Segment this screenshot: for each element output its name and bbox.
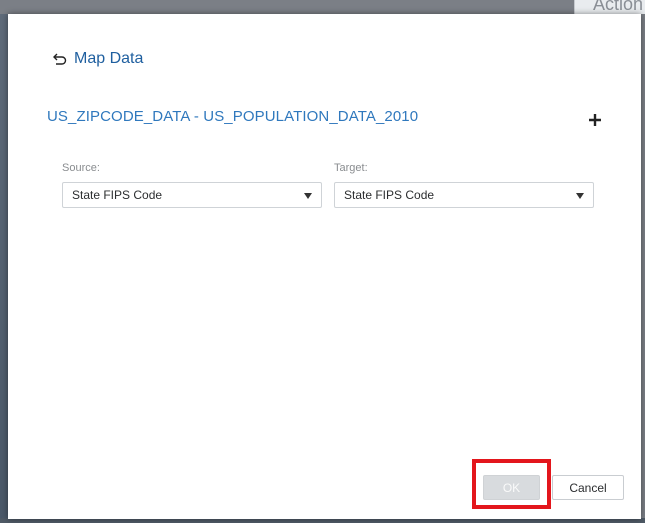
background-app-sidebar <box>0 14 8 523</box>
source-value: State FIPS Code <box>72 188 163 202</box>
ok-button[interactable]: OK <box>483 475 540 500</box>
table-pair-title: US_ZIPCODE_DATA - US_POPULATION_DATA_201… <box>47 108 419 125</box>
map-data-dialog: Map Data US_ZIPCODE_DATA - US_POPULATION… <box>8 14 641 519</box>
back-link[interactable]: Map Data <box>52 50 143 68</box>
source-label: Source: <box>62 162 100 174</box>
source-dropdown[interactable]: State FIPS Code <box>62 182 322 208</box>
back-arrow-icon <box>53 53 67 65</box>
cancel-button[interactable]: Cancel <box>552 475 624 500</box>
target-label: Target: <box>334 162 368 174</box>
dialog-title: Map Data <box>74 50 144 67</box>
target-dropdown[interactable]: State FIPS Code <box>334 182 594 208</box>
background-partial-text: Action <box>592 0 643 14</box>
background-app-header: Action <box>574 0 645 14</box>
target-value: State FIPS Code <box>344 188 435 202</box>
plus-icon[interactable] <box>587 112 603 128</box>
caret-down-icon <box>304 193 312 199</box>
caret-down-icon <box>576 193 584 199</box>
